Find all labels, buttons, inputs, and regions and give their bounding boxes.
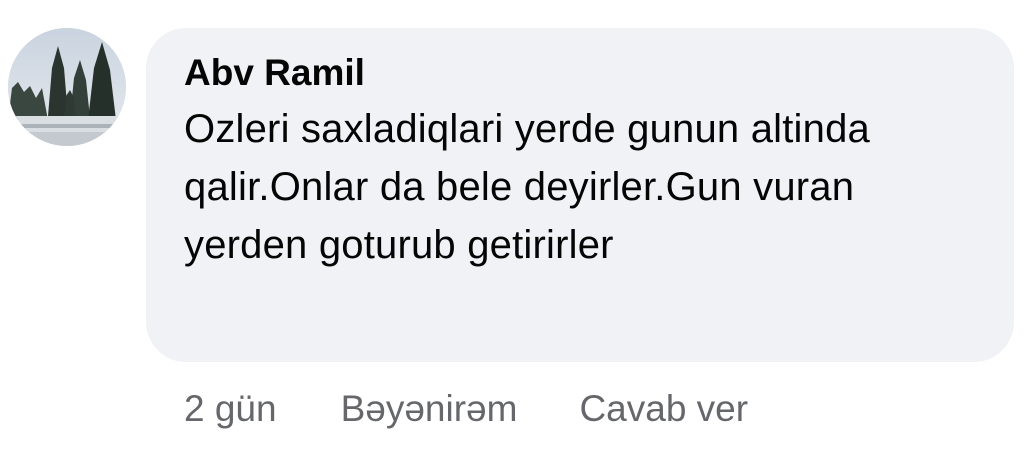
comment: Abv Ramil Ozleri saxladiqlari yerde gunu… bbox=[0, 0, 1024, 449]
reply-button[interactable]: Cavab ver bbox=[579, 388, 748, 430]
author-name[interactable]: Abv Ramil bbox=[184, 50, 984, 96]
comment-actions: 2 gün Bəyənirəm Cavab ver bbox=[184, 382, 748, 436]
timestamp[interactable]: 2 gün bbox=[184, 388, 277, 430]
like-button[interactable]: Bəyənirəm bbox=[341, 388, 518, 430]
comment-text: Ozleri saxladiqlari yerde gunun altinda … bbox=[184, 107, 870, 267]
avatar[interactable] bbox=[8, 28, 126, 146]
comment-bubble: Abv Ramil Ozleri saxladiqlari yerde gunu… bbox=[146, 28, 1014, 362]
avatar-image bbox=[8, 28, 126, 146]
